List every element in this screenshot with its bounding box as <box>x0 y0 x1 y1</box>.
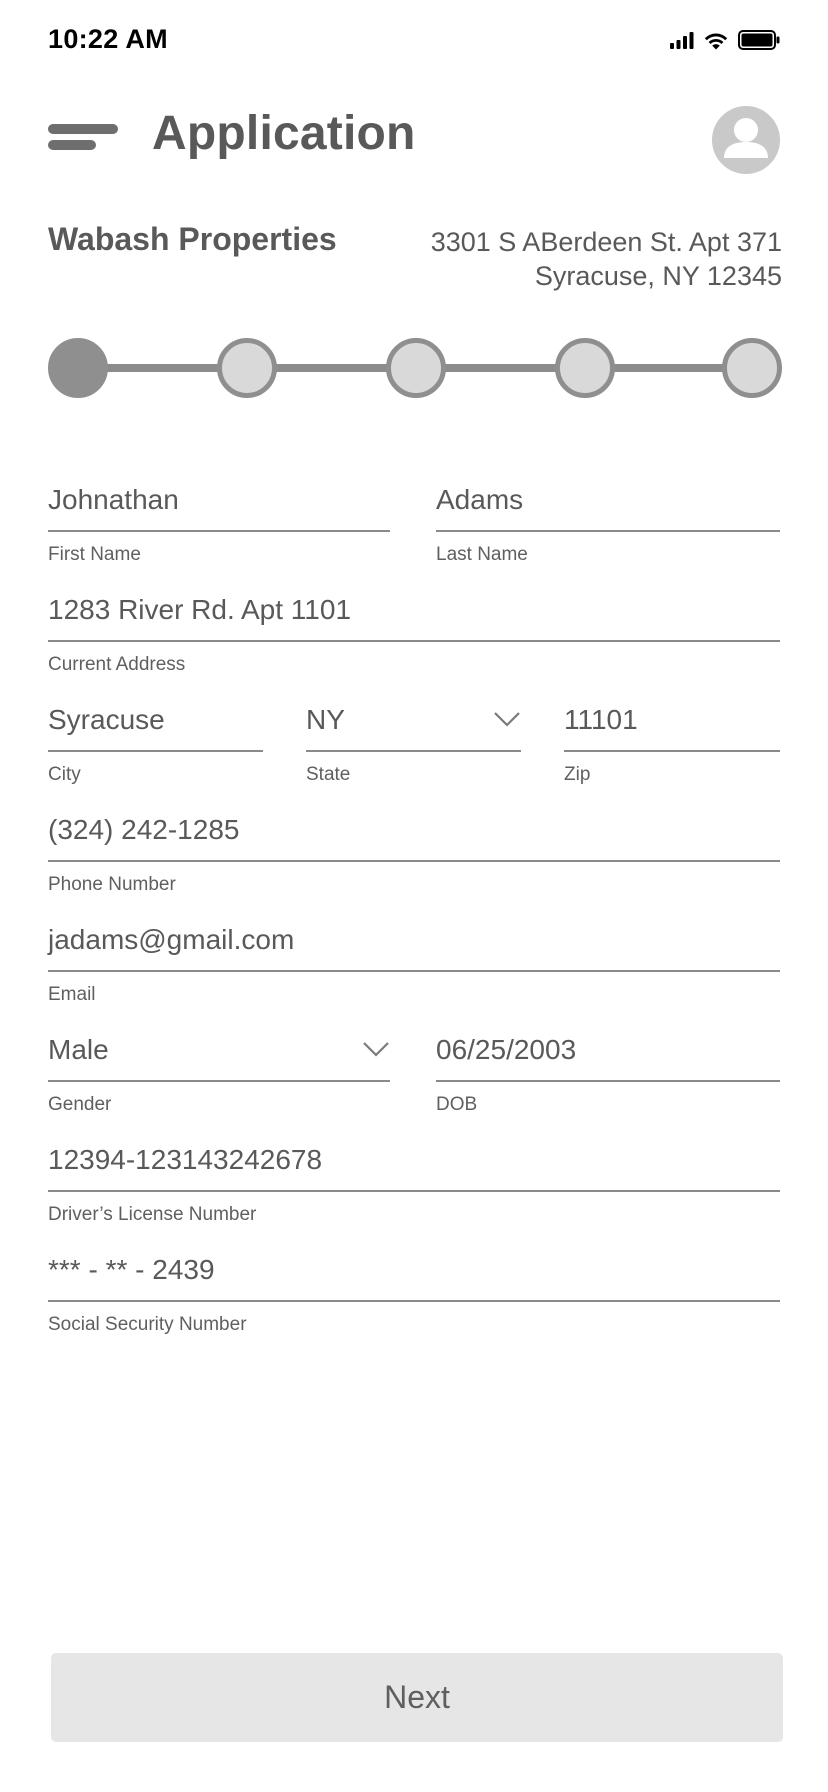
dob-field: 06/25/2003 DOB <box>436 1030 780 1116</box>
chevron-down-icon <box>363 1042 389 1057</box>
person-icon <box>724 118 768 158</box>
email-input[interactable]: jadams@gmail.com <box>48 920 780 972</box>
step-3[interactable] <box>386 338 446 398</box>
step-4[interactable] <box>555 338 615 398</box>
hamburger-menu-icon[interactable] <box>48 124 118 154</box>
menu-bar-bottom <box>48 140 96 150</box>
signal-icon <box>670 32 694 49</box>
state-field: NY State <box>306 700 521 786</box>
email-field: jadams@gmail.com Email <box>48 920 780 1006</box>
next-button[interactable]: Next <box>51 1653 783 1742</box>
license-label: Driver’s License Number <box>48 1204 257 1225</box>
zip-input[interactable]: 11101 <box>564 700 780 752</box>
step-2[interactable] <box>217 338 277 398</box>
license-field: 12394-123143242678 Driver’s License Numb… <box>48 1140 780 1226</box>
current-address-label: Current Address <box>48 654 186 675</box>
dob-label: DOB <box>436 1094 478 1115</box>
gender-field: Male Gender <box>48 1030 390 1116</box>
battery-icon <box>738 30 780 50</box>
current-address-field: 1283 River Rd. Apt 1101 Current Address <box>48 590 780 676</box>
gender-select[interactable]: Male <box>48 1030 390 1082</box>
ssn-input[interactable]: *** - ** - 2439 <box>48 1250 780 1302</box>
email-label: Email <box>48 984 96 1005</box>
step-1[interactable] <box>48 338 108 398</box>
chevron-down-icon <box>494 712 520 727</box>
property-address-line1: 3301 S ABerdeen St. Apt 371 <box>430 227 782 257</box>
current-address-input[interactable]: 1283 River Rd. Apt 1101 <box>48 590 780 642</box>
license-input[interactable]: 12394-123143242678 <box>48 1140 780 1192</box>
first-name-field: Johnathan First Name <box>48 480 390 566</box>
property-address-line2: Syracuse, NY 12345 <box>534 261 782 291</box>
phone-label: Phone Number <box>48 874 176 895</box>
page-title: Application <box>152 107 416 160</box>
wifi-icon <box>704 33 728 49</box>
zip-field: 11101 Zip <box>564 700 780 786</box>
status-bar: 10:22 AM <box>0 0 828 84</box>
state-select[interactable]: NY <box>306 700 521 752</box>
phone-field: (324) 242-1285 Phone Number <box>48 810 780 896</box>
city-input[interactable]: Syracuse <box>48 700 263 752</box>
user-avatar-icon[interactable] <box>712 106 780 174</box>
menu-bar-top <box>48 124 118 134</box>
state-select-value: NY <box>306 704 345 735</box>
property-address: 3301 S ABerdeen St. Apt 371 Syracuse, NY… <box>431 225 782 293</box>
first-name-input[interactable]: Johnathan <box>48 480 390 532</box>
status-icons <box>670 30 780 50</box>
zip-label: Zip <box>564 764 591 785</box>
last-name-field: Adams Last Name <box>436 480 780 566</box>
gender-select-value: Male <box>48 1034 109 1065</box>
ssn-field: *** - ** - 2439 Social Security Number <box>48 1250 780 1336</box>
state-label: State <box>306 764 351 785</box>
gender-label: Gender <box>48 1094 112 1115</box>
step-5[interactable] <box>722 338 782 398</box>
first-name-label: First Name <box>48 544 141 565</box>
status-time: 10:22 AM <box>48 24 168 54</box>
last-name-input[interactable]: Adams <box>436 480 780 532</box>
progress-stepper <box>48 338 782 398</box>
city-label: City <box>48 764 81 785</box>
city-field: Syracuse City <box>48 700 263 786</box>
last-name-label: Last Name <box>436 544 528 565</box>
property-name: Wabash Properties <box>48 221 337 257</box>
phone-input[interactable]: (324) 242-1285 <box>48 810 780 862</box>
ssn-label: Social Security Number <box>48 1314 247 1335</box>
dob-input[interactable]: 06/25/2003 <box>436 1030 780 1082</box>
